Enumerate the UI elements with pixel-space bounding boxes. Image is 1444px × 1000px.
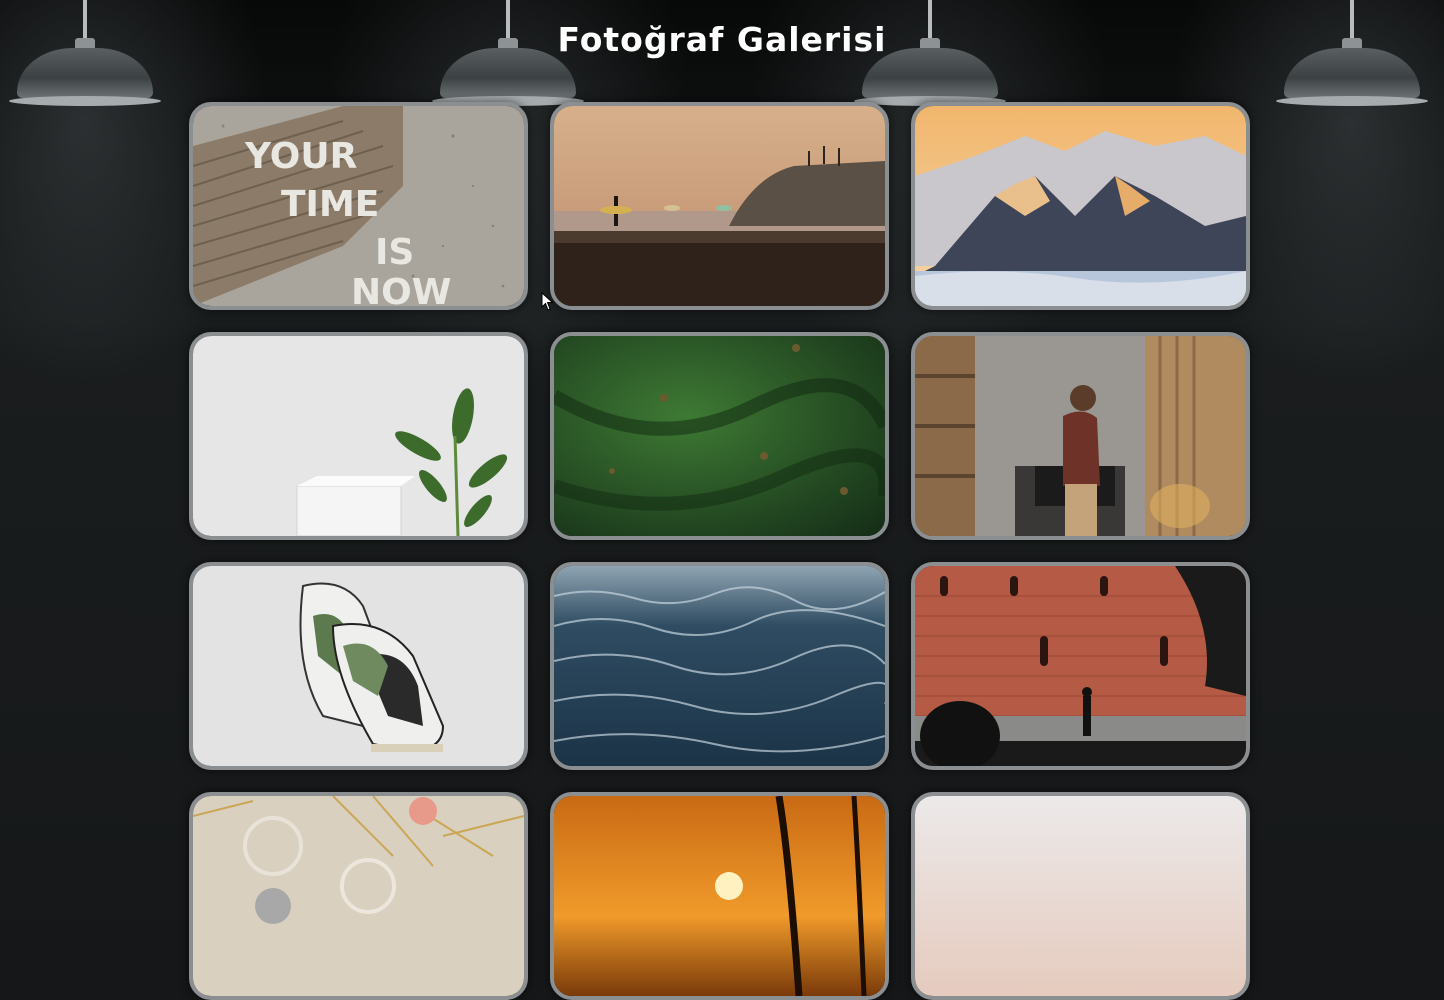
ocean-waves-photo — [554, 566, 885, 766]
photo-card-brickwall[interactable] — [911, 562, 1250, 770]
man-in-room-photo — [915, 336, 1246, 536]
photo-card-letterboard[interactable]: YOUR TIME IS NOW — [189, 102, 528, 310]
photo-card-sky[interactable] — [911, 792, 1250, 1000]
plant-pedestal-photo — [193, 336, 524, 536]
mouse-cursor-icon — [541, 292, 554, 311]
glasses-tinsel-photo — [193, 796, 524, 996]
letterboard-photo: YOUR TIME IS NOW — [193, 106, 524, 306]
letterboard-text-your: YOUR — [244, 136, 357, 177]
letterboard-text-now: NOW — [351, 272, 451, 306]
page-title: Fotoğraf Galerisi — [557, 20, 887, 59]
letterboard-text-time: TIME — [281, 184, 379, 225]
sunset-palm-photo — [554, 796, 885, 996]
photo-card-glasses[interactable] — [189, 792, 528, 1000]
snowy-mountains-photo — [915, 106, 1246, 306]
brick-wall-silhouette-photo — [915, 566, 1246, 766]
letterboard-text-is: IS — [375, 232, 414, 273]
photo-card-beach[interactable] — [550, 102, 889, 310]
photo-card-man[interactable] — [911, 332, 1250, 540]
beach-surfers-photo — [554, 106, 885, 306]
cactus-closeup-photo — [554, 336, 885, 536]
sneakers-photo — [193, 566, 524, 766]
photo-card-sneakers[interactable] — [189, 562, 528, 770]
pale-sky-photo — [915, 796, 1246, 996]
photo-card-mountains[interactable] — [911, 102, 1250, 310]
photo-card-plant[interactable] — [189, 332, 528, 540]
photo-card-ocean[interactable] — [550, 562, 889, 770]
photo-card-cactus[interactable] — [550, 332, 889, 540]
photo-card-sunset[interactable] — [550, 792, 889, 1000]
